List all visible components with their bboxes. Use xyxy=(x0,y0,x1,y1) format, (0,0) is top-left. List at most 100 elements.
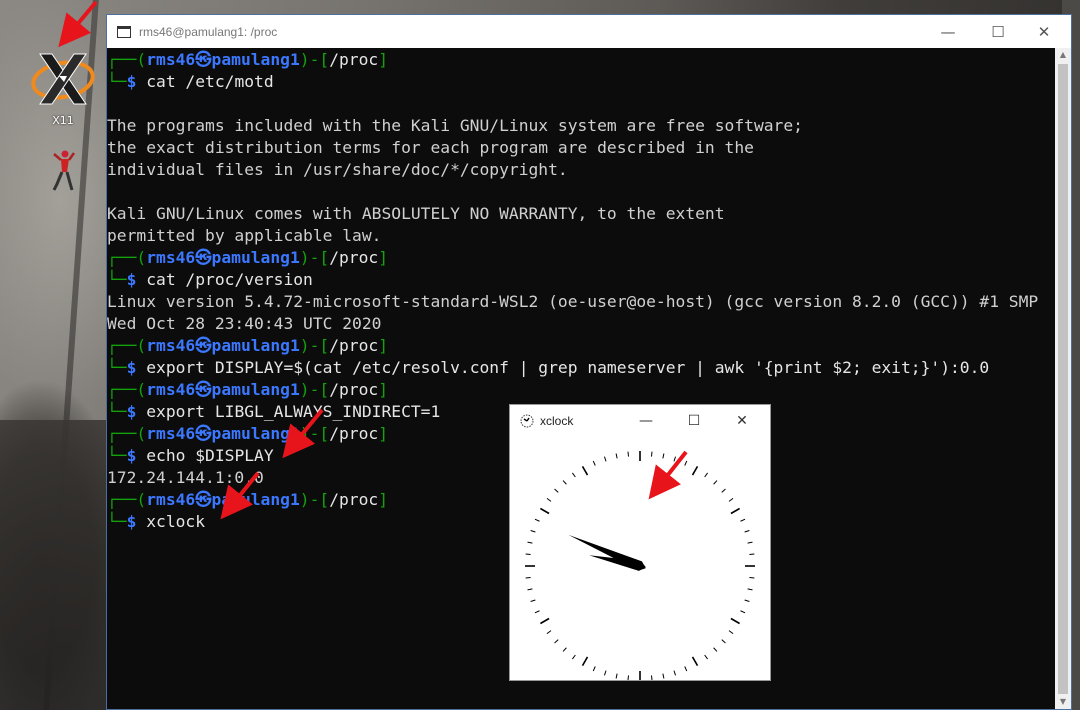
terminal-app-icon xyxy=(117,25,131,38)
prompt-bracket: └─ xyxy=(107,446,127,465)
prompt-directory: /proc xyxy=(329,336,379,355)
prompt-directory: /proc xyxy=(329,380,379,399)
terminal-scrollbar[interactable]: ▲ ▼ xyxy=(1055,48,1071,709)
clock-minute-tick xyxy=(627,451,629,457)
prompt-bracket: └─ xyxy=(107,72,127,91)
xclock-window[interactable]: xclock — ☐ ✕ xyxy=(509,404,771,681)
prompt-bracket: )-[ xyxy=(299,336,330,355)
clock-minute-tick xyxy=(572,654,576,660)
terminal-prompt-line: ┌──(rms46㉿pamulang1)-[/proc] xyxy=(107,335,1055,357)
minimize-button[interactable]: — xyxy=(925,15,971,48)
clock-minute-tick xyxy=(744,529,750,533)
prompt-host: pamulang1 xyxy=(211,380,300,399)
prompt-bracket: )-[ xyxy=(299,380,330,399)
prompt-separator: ㉿ xyxy=(195,490,212,509)
terminal-titlebar[interactable]: rms46@pamulang1: /proc — ☐ ✕ xyxy=(107,15,1071,48)
clock-minute-tick xyxy=(534,518,540,522)
clock-hour-tick xyxy=(581,656,589,666)
clock-minute-tick xyxy=(749,553,755,555)
clock-minute-tick xyxy=(530,529,536,533)
output-text: Kali GNU/Linux comes with ABSOLUTELY NO … xyxy=(107,204,725,223)
clock-hour-tick xyxy=(730,507,740,515)
terminal-output-line: Wed Oct 28 23:40:43 UTC 2020 xyxy=(107,313,1055,335)
prompt-directory: /proc xyxy=(329,248,379,267)
prompt-bracket: ] xyxy=(378,380,389,399)
prompt-symbol: $ xyxy=(126,446,137,465)
prompt-host: pamulang1 xyxy=(211,424,300,443)
output-text: permitted by applicable law. xyxy=(107,226,382,245)
prompt-separator: ㉿ xyxy=(195,50,212,69)
prompt-bracket: ] xyxy=(378,336,389,355)
clock-minute-tick xyxy=(615,453,618,459)
clock-minute-tick xyxy=(592,460,596,466)
clock-minute-tick xyxy=(713,480,718,485)
clock-minute-tick xyxy=(572,472,576,478)
prompt-user: rms46 xyxy=(146,424,196,443)
climber-icon xyxy=(52,150,76,191)
scrollbar-thumb[interactable] xyxy=(1058,64,1068,694)
prompt-bracket: )-[ xyxy=(299,50,330,69)
prompt-separator: ㉿ xyxy=(195,380,212,399)
terminal-output-line: permitted by applicable law. xyxy=(107,225,1055,247)
terminal-title: rms46@pamulang1: /proc xyxy=(139,24,278,39)
terminal-output-line: The programs included with the Kali GNU/… xyxy=(107,115,1055,137)
clock-minute-tick xyxy=(530,599,536,603)
clock-minute-tick xyxy=(704,654,708,660)
clock-hour-tick xyxy=(581,466,589,476)
terminal-command-line: └─$ export DISPLAY=$(cat /etc/resolv.con… xyxy=(107,357,1055,379)
terminal-command-line: └─$ cat /etc/motd xyxy=(107,71,1055,93)
terminal-output-line: individual files in /usr/share/doc/*/cop… xyxy=(107,159,1055,181)
prompt-bracket: )-[ xyxy=(299,248,330,267)
prompt-bracket: ┌──( xyxy=(107,50,147,69)
prompt-user: rms46 xyxy=(146,248,196,267)
clock-minute-tick xyxy=(592,666,596,672)
terminal-output-line: Linux version 5.4.72-microsoft-standard-… xyxy=(107,291,1055,313)
x11-logo-icon xyxy=(31,53,95,105)
close-button[interactable]: ✕ xyxy=(1021,15,1067,48)
scroll-up-icon[interactable]: ▲ xyxy=(1055,48,1071,62)
clock-minute-tick xyxy=(615,673,618,679)
prompt-bracket: ] xyxy=(378,248,389,267)
prompt-user: rms46 xyxy=(146,490,196,509)
terminal-output-line: Kali GNU/Linux comes with ABSOLUTELY NO … xyxy=(107,203,1055,225)
clock-minute-tick xyxy=(728,630,734,634)
output-text: the exact distribution terms for each pr… xyxy=(107,138,754,157)
clock-minute-tick xyxy=(546,630,552,634)
terminal-prompt-line: ┌──(rms46㉿pamulang1)-[/proc] xyxy=(107,49,1055,71)
clock-minute-tick xyxy=(747,588,753,591)
terminal-output-line: the exact distribution terms for each pr… xyxy=(107,137,1055,159)
xclock-titlebar[interactable]: xclock — ☐ ✕ xyxy=(510,405,770,437)
prompt-bracket: ┌──( xyxy=(107,336,147,355)
prompt-bracket: ] xyxy=(378,50,389,69)
clock-minute-tick xyxy=(534,610,540,614)
output-text: Wed Oct 28 23:40:43 UTC 2020 xyxy=(107,314,382,333)
xclock-close-button[interactable]: ✕ xyxy=(722,405,762,437)
desktop-icon-x11[interactable]: X11 xyxy=(28,48,98,128)
output-text: The programs included with the Kali GNU/… xyxy=(107,116,803,135)
scroll-down-icon[interactable]: ▼ xyxy=(1055,695,1071,709)
command-text: echo $DISPLAY xyxy=(136,446,274,465)
analog-clock-face xyxy=(525,451,755,680)
clock-minute-tick xyxy=(662,673,665,679)
clock-minute-tick xyxy=(713,647,718,652)
clock-minute-tick xyxy=(673,456,677,462)
clock-minute-tick xyxy=(747,541,753,544)
prompt-bracket: ┌──( xyxy=(107,248,147,267)
xclock-minimize-button[interactable]: — xyxy=(626,405,666,437)
clock-minute-tick xyxy=(749,577,755,579)
prompt-bracket: └─ xyxy=(107,270,127,289)
prompt-user: rms46 xyxy=(146,336,196,355)
terminal-prompt-line: ┌──(rms46㉿pamulang1)-[/proc] xyxy=(107,247,1055,269)
desktop-icon-climber[interactable] xyxy=(48,148,78,192)
xclock-maximize-button[interactable]: ☐ xyxy=(674,405,714,437)
clock-minute-tick xyxy=(525,577,531,579)
command-text: cat /etc/motd xyxy=(136,72,274,91)
clock-minute-tick xyxy=(651,675,653,680)
maximize-button[interactable]: ☐ xyxy=(975,15,1021,48)
clock-minute-tick xyxy=(728,498,734,502)
clock-minute-tick xyxy=(554,488,559,493)
prompt-user: rms46 xyxy=(146,380,196,399)
command-text: export DISPLAY=$(cat /etc/resolv.conf | … xyxy=(136,358,990,377)
